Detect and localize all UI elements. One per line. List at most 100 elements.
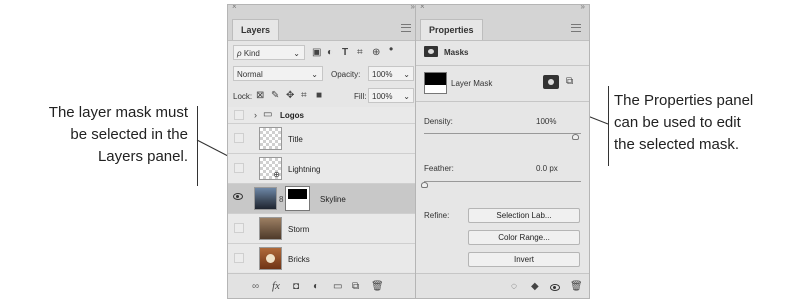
lock-move-icon[interactable]: ✥ bbox=[286, 90, 294, 102]
density-slider-knob[interactable] bbox=[572, 134, 579, 140]
layer-row-title[interactable]: Title bbox=[228, 124, 419, 154]
layer-row-storm[interactable]: Storm bbox=[228, 214, 419, 244]
visibility-toggle[interactable] bbox=[234, 163, 244, 173]
filter-kind-select[interactable]: ρ Kind ⌄ bbox=[233, 45, 305, 60]
layer-name: Storm bbox=[288, 225, 310, 234]
close-icon[interactable]: × bbox=[232, 5, 237, 11]
layer-name: Skyline bbox=[320, 195, 346, 204]
layer-row-logos[interactable]: › ▭ Logos bbox=[228, 107, 419, 124]
load-selection-icon[interactable]: ◌ bbox=[511, 281, 517, 293]
density-value[interactable]: 100% bbox=[536, 117, 556, 126]
layer-mask-label: Layer Mask bbox=[451, 79, 493, 88]
add-mask-icon[interactable]: ◘ bbox=[293, 281, 299, 293]
blend-row: Normal ⌄ Opacity: 100% ⌄ bbox=[228, 63, 419, 85]
close-icon[interactable]: × bbox=[420, 5, 425, 11]
fx-icon[interactable]: fx bbox=[272, 280, 280, 292]
pixel-mask-button[interactable] bbox=[543, 75, 559, 89]
layers-footer: ∞ fx ◘ ◐ ▭ ⧉ 🗑 bbox=[228, 273, 419, 298]
fill-field[interactable]: 100% ⌄ bbox=[368, 88, 414, 103]
panel-menu-icon[interactable] bbox=[401, 24, 411, 32]
lock-transparency-icon[interactable]: ⊠ bbox=[256, 90, 264, 102]
search-icon: ρ bbox=[237, 49, 242, 58]
vector-mask-icon[interactable]: ⧉ bbox=[566, 76, 573, 88]
layers-tab-row: Layers bbox=[228, 14, 419, 41]
opacity-value: 100% bbox=[372, 70, 393, 79]
tab-properties[interactable]: Properties bbox=[420, 19, 483, 40]
trash-icon[interactable]: 🗑 bbox=[371, 281, 384, 293]
filter-toggle-icon[interactable]: • bbox=[389, 43, 393, 55]
callout-right-line-2: can be used to edit bbox=[614, 114, 741, 131]
smart-object-filter-icon[interactable]: ⊕ bbox=[372, 47, 380, 59]
refine-section: Refine: Selection Lab... Color Range... … bbox=[416, 201, 589, 271]
feather-slider-track[interactable] bbox=[424, 181, 581, 182]
layer-thumbnail bbox=[259, 127, 282, 150]
lock-label: Lock: bbox=[233, 92, 253, 101]
mask-skyline-shape bbox=[288, 199, 307, 208]
lock-artboard-icon[interactable]: ⌗ bbox=[301, 90, 307, 102]
feather-value[interactable]: 0.0 px bbox=[536, 164, 558, 173]
lock-paint-icon[interactable]: ✎ bbox=[271, 90, 279, 102]
chevron-right-icon[interactable]: › bbox=[254, 109, 257, 121]
feather-slider-knob[interactable] bbox=[421, 182, 428, 188]
feather-label: Feather: bbox=[424, 164, 454, 173]
layer-row-skyline[interactable]: 8 Skyline bbox=[228, 184, 419, 214]
opacity-label: Opacity: bbox=[331, 70, 361, 79]
mask-controls: Density: 100% Feather: 0.0 px bbox=[416, 101, 589, 201]
adjustment-icon[interactable]: ◐ bbox=[313, 281, 319, 293]
pixel-mask-inner-icon bbox=[548, 79, 554, 85]
apply-mask-icon[interactable]: ◆ bbox=[531, 281, 539, 293]
refine-label: Refine: bbox=[424, 211, 450, 220]
adjustment-filter-icon[interactable]: ◐ bbox=[327, 47, 333, 59]
lock-row: Lock: ⊠ ✎ ✥ ⌗ ■ Fill: 100% ⌄ bbox=[228, 85, 419, 108]
selection-lab-button[interactable]: Selection Lab... bbox=[468, 208, 580, 223]
lock-all-icon[interactable]: ■ bbox=[316, 90, 322, 102]
delete-mask-icon[interactable]: 🗑 bbox=[570, 281, 583, 293]
filter-row: ρ Kind ⌄ ▣ ◐ T ⌗ ⊕ • bbox=[228, 41, 419, 63]
properties-panel-top-strip: × » bbox=[416, 5, 589, 14]
eye-icon[interactable] bbox=[233, 193, 243, 200]
layer-mask-thumbnail[interactable] bbox=[285, 186, 310, 211]
smart-object-badge-icon: ⊕ bbox=[273, 170, 280, 179]
masks-header: Masks bbox=[416, 41, 589, 66]
layer-name: Logos bbox=[280, 111, 304, 120]
visibility-toggle[interactable] bbox=[234, 110, 244, 120]
callout-right-bracket bbox=[608, 86, 609, 166]
link-icon[interactable]: 8 bbox=[279, 195, 283, 204]
layer-row-bricks[interactable]: Bricks bbox=[228, 244, 419, 274]
shape-filter-icon[interactable]: ⌗ bbox=[357, 47, 363, 59]
layer-thumbnail bbox=[259, 217, 282, 240]
mask-thumbnail-shape bbox=[425, 85, 446, 93]
mask-icon-inner bbox=[428, 49, 434, 54]
visibility-toggle[interactable] bbox=[234, 253, 244, 263]
layer-row-lightning[interactable]: ⊕ Lightning bbox=[228, 154, 419, 184]
fill-label: Fill: bbox=[354, 92, 367, 101]
visibility-toggle[interactable] bbox=[234, 133, 244, 143]
toggle-mask-icon[interactable] bbox=[550, 284, 560, 291]
layers-panel-top-strip: × » bbox=[228, 5, 419, 14]
color-range-button[interactable]: Color Range... bbox=[468, 230, 580, 245]
opacity-field[interactable]: 100% ⌄ bbox=[368, 66, 414, 81]
collapse-icon[interactable]: » bbox=[581, 5, 585, 11]
link-icon[interactable]: ∞ bbox=[252, 281, 259, 293]
invert-button[interactable]: Invert bbox=[468, 252, 580, 267]
tab-layers[interactable]: Layers bbox=[232, 19, 280, 40]
filter-kind-label: Kind bbox=[243, 49, 260, 58]
blend-mode-select[interactable]: Normal ⌄ bbox=[233, 66, 323, 81]
panel-menu-icon[interactable] bbox=[571, 24, 581, 32]
layer-name: Title bbox=[288, 135, 303, 144]
visibility-toggle[interactable] bbox=[234, 223, 244, 233]
callout-right: The Properties panel can be used to edit… bbox=[614, 90, 799, 156]
new-layer-icon[interactable]: ⧉ bbox=[352, 281, 359, 293]
density-slider-track[interactable] bbox=[424, 133, 581, 134]
chevron-down-icon: ⌄ bbox=[403, 70, 410, 79]
layer-list: › ▭ Logos Title ⊕ Lightning 8 Skyline St… bbox=[228, 107, 419, 274]
type-filter-icon[interactable]: T bbox=[342, 47, 348, 59]
pixel-filter-icon[interactable]: ▣ bbox=[312, 47, 321, 59]
folder-icon[interactable]: ▭ bbox=[333, 281, 342, 293]
callout-right-line-1: The Properties panel bbox=[614, 92, 754, 109]
mask-row: Layer Mask ⧉ bbox=[416, 65, 589, 102]
properties-panel: × » Properties Masks Layer Mask ⧉ Densit… bbox=[415, 4, 590, 299]
layer-thumbnail bbox=[254, 187, 277, 210]
chevron-down-icon: ⌄ bbox=[403, 92, 410, 101]
blend-mode-value: Normal bbox=[237, 70, 263, 79]
